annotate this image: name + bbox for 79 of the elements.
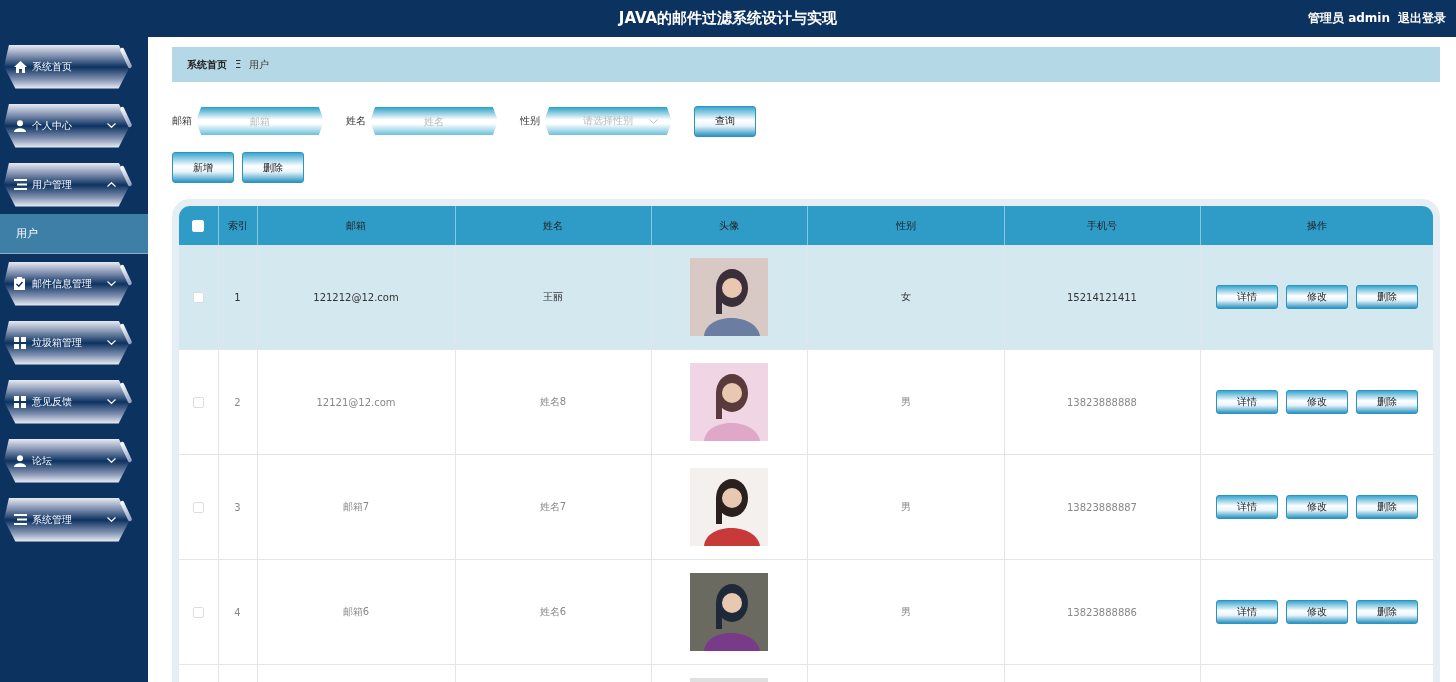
action-button[interactable]: 删除 xyxy=(242,152,304,183)
column-header: 头像 xyxy=(719,219,739,231)
row-action-button[interactable]: 详情 xyxy=(1215,285,1278,309)
row-action-button[interactable]: 详情 xyxy=(1215,600,1278,624)
user-icon xyxy=(14,119,26,132)
row-action-button[interactable]: 修改 xyxy=(1285,285,1348,309)
field-label: 性别 xyxy=(520,114,540,128)
logout-link[interactable]: 退出登录 xyxy=(1398,10,1446,27)
home-icon xyxy=(14,60,27,73)
table-cell: 12121@12.com xyxy=(316,396,396,408)
table-cell: 邮箱6 xyxy=(342,606,370,617)
sidebar-item[interactable]: 系统管理 xyxy=(4,497,130,542)
user-icon xyxy=(14,454,26,467)
clipboard-check-icon xyxy=(14,277,25,290)
list-icon xyxy=(14,179,27,190)
field-label: 姓名 xyxy=(346,114,366,128)
table-row[interactable]: 2 12121@12.com 姓名8 男 13823888888 详情 修改 删除 xyxy=(179,349,1433,455)
table-cell: 男 xyxy=(900,501,911,512)
table-cell: 1 xyxy=(234,291,241,303)
row-action-button[interactable]: 修改 xyxy=(1285,390,1348,414)
table-cell: 15214121411 xyxy=(1067,291,1137,303)
table-row[interactable]: 1 121212@12.com 王丽 女 15214121411 详情 修改 删除 xyxy=(179,245,1433,350)
table-cell: 姓名8 xyxy=(539,396,567,407)
row-action-button[interactable]: 详情 xyxy=(1215,495,1278,519)
table-row[interactable]: 3 邮箱7 姓名7 男 13823888887 详情 修改 删除 xyxy=(179,454,1433,560)
select-all-checkbox[interactable] xyxy=(192,219,205,232)
row-checkbox[interactable] xyxy=(192,291,204,303)
sidebar-item[interactable]: 意见反馈 xyxy=(4,379,130,424)
row-checkbox[interactable] xyxy=(192,501,204,513)
table-cell: 姓名7 xyxy=(539,501,567,512)
column-header: 操作 xyxy=(1306,219,1327,231)
table-cell: 3 xyxy=(234,501,241,513)
row-action-button[interactable]: 删除 xyxy=(1355,600,1418,624)
column-header: 手机号 xyxy=(1087,219,1117,231)
table-cell: 男 xyxy=(900,396,911,407)
query-button[interactable]: 查询 xyxy=(694,105,756,137)
sidebar-item[interactable]: 系统首页 xyxy=(4,44,130,89)
search-field[interactable]: 姓名 xyxy=(370,107,498,135)
row-action-button[interactable]: 修改 xyxy=(1285,495,1348,519)
submenu-item[interactable]: 用户 xyxy=(0,214,148,254)
table-cell: 邮箱7 xyxy=(342,501,370,512)
column-header: 邮箱 xyxy=(346,219,366,231)
column-header: 索引 xyxy=(227,219,248,231)
breadcrumb-separator: Ξ xyxy=(235,59,242,70)
grid-icon xyxy=(14,336,26,349)
list-icon xyxy=(14,514,27,525)
action-button[interactable]: 新增 xyxy=(172,152,234,183)
table-cell: 2 xyxy=(234,396,241,408)
row-action-button[interactable]: 详情 xyxy=(1215,390,1278,414)
sidebar-item[interactable]: 个人中心 xyxy=(4,103,130,148)
table-cell: 13823888886 xyxy=(1067,606,1137,618)
row-checkbox[interactable] xyxy=(192,396,204,408)
table-cell: 13823888887 xyxy=(1067,501,1137,513)
sidebar-item[interactable]: 用户管理 xyxy=(4,162,130,207)
column-header: 姓名 xyxy=(543,219,563,231)
breadcrumb-current: 用户 xyxy=(249,57,270,72)
sidebar-item[interactable]: 论坛 xyxy=(4,438,130,483)
app-title: JAVA的邮件过滤系统设计与实现 xyxy=(618,9,838,28)
admin-label: 管理员 admin xyxy=(1307,10,1390,27)
row-action-button[interactable]: 删除 xyxy=(1355,495,1418,519)
row-checkbox[interactable] xyxy=(192,606,204,618)
row-action-button[interactable]: 删除 xyxy=(1355,390,1418,414)
table-row[interactable]: 4 邮箱6 姓名6 男 13823888886 详情 修改 删除 xyxy=(179,559,1433,665)
column-header: 性别 xyxy=(895,219,916,231)
row-action-button[interactable]: 删除 xyxy=(1355,285,1418,309)
row-action-button[interactable]: 修改 xyxy=(1285,600,1348,624)
breadcrumb-link[interactable]: 系统首页 xyxy=(187,57,227,72)
table-cell: 4 xyxy=(234,606,241,618)
sidebar-item[interactable]: 邮件信息管理 xyxy=(4,261,130,306)
table-cell: 女 xyxy=(900,291,911,302)
grid-icon xyxy=(14,395,26,408)
chevron-down-icon xyxy=(649,119,658,124)
table-cell: 姓名6 xyxy=(539,606,567,617)
table-cell: 13823888888 xyxy=(1067,396,1137,408)
field-label: 邮箱 xyxy=(172,114,192,128)
table-cell: 王丽 xyxy=(543,291,563,302)
table-cell: 121212@12.com xyxy=(313,291,399,303)
table-cell: 男 xyxy=(900,606,911,617)
sidebar-item[interactable]: 垃圾箱管理 xyxy=(4,320,130,365)
